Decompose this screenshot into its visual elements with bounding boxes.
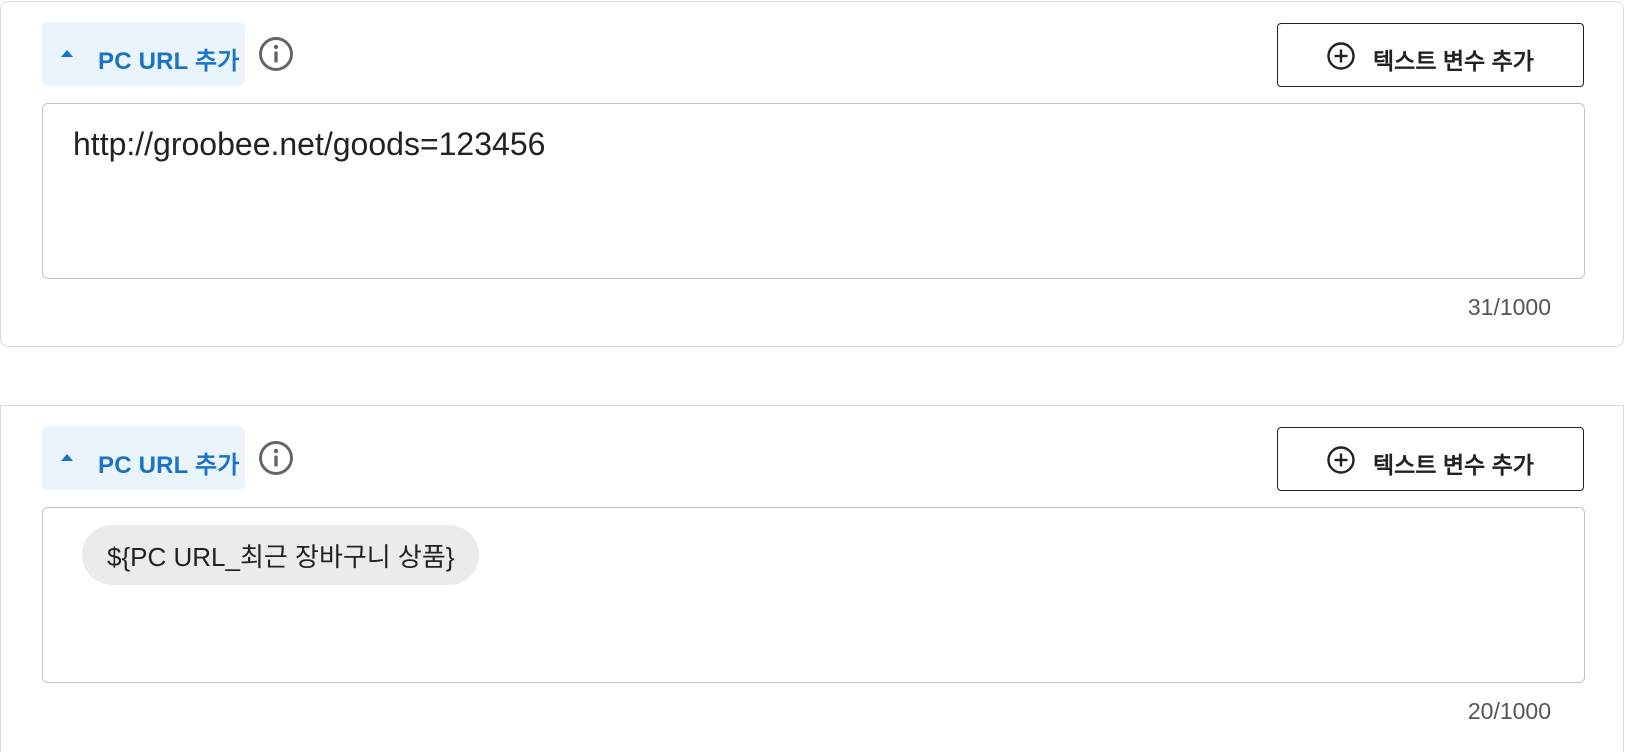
info-icon[interactable]: [258, 440, 294, 476]
plus-circle-icon: [1327, 42, 1355, 70]
pc-url-value: http://groobee.net/goods=123456: [73, 126, 546, 162]
pc-url-toggle-button[interactable]: PC URL 추가: [42, 22, 245, 86]
pc-url-textarea[interactable]: ${PC URL_최근 장바구니 상품}: [42, 507, 1585, 683]
char-count: 20/1000: [1467, 698, 1551, 724]
add-text-variable-label: 텍스트 변수 추가: [1373, 452, 1534, 478]
caret-up-icon: [61, 50, 73, 57]
add-text-variable-label: 텍스트 변수 추가: [1373, 48, 1534, 74]
pc-url-toggle-label: PC URL 추가: [98, 48, 240, 75]
add-text-variable-button[interactable]: 텍스트 변수 추가: [1277, 427, 1584, 491]
caret-up-icon: [61, 454, 73, 461]
info-icon[interactable]: [258, 36, 294, 72]
pc-url-toggle-button[interactable]: PC URL 추가: [42, 426, 245, 490]
text-variable-chip[interactable]: ${PC URL_최근 장바구니 상품}: [82, 525, 480, 585]
text-variable-chip-label: ${PC URL_최근 장바구니 상품}: [107, 541, 455, 572]
char-count: 31/1000: [1467, 294, 1551, 320]
add-text-variable-button[interactable]: 텍스트 변수 추가: [1277, 23, 1584, 87]
pc-url-section-1: PC URL 추가 텍스트 변수 추가 http://groobee.net/g…: [0, 1, 1624, 347]
pc-url-textarea[interactable]: http://groobee.net/goods=123456: [42, 103, 1585, 279]
pc-url-section-2: PC URL 추가 텍스트 변수 추가 ${PC URL_최근 장바구니 상품}…: [0, 405, 1624, 752]
pc-url-toggle-label: PC URL 추가: [98, 452, 240, 479]
plus-circle-icon: [1327, 446, 1355, 474]
